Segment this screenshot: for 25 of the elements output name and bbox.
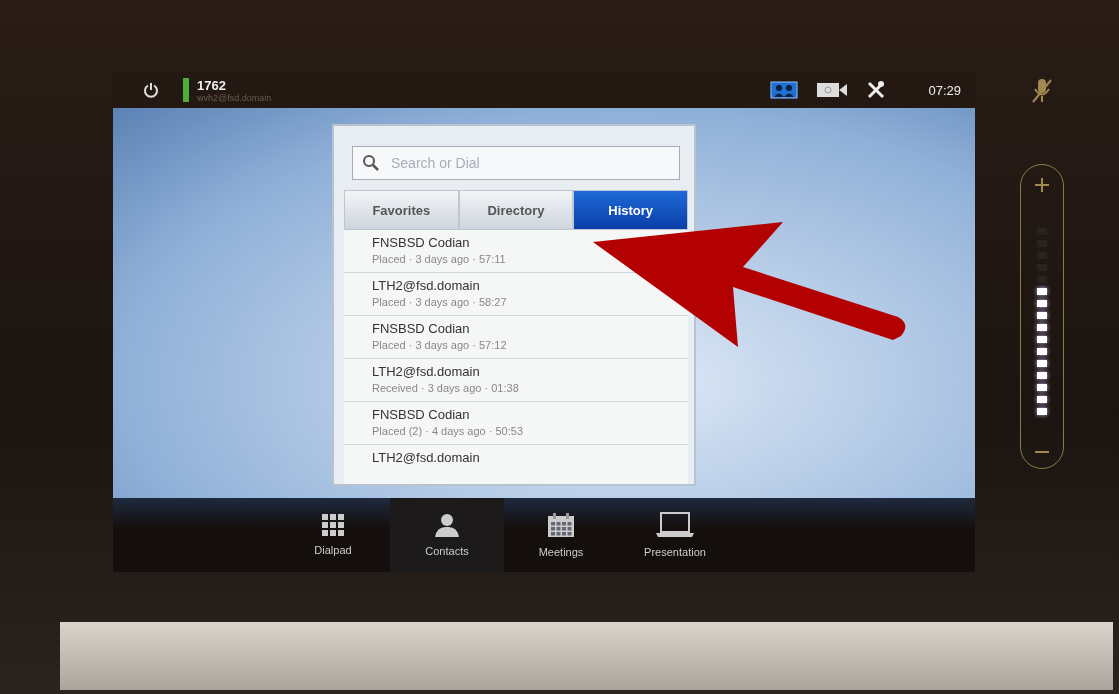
person-icon (434, 513, 460, 537)
search-field[interactable]: Search or Dial (352, 146, 680, 180)
laptop-icon (655, 512, 695, 538)
system-address: wvh2@fsd.domain (197, 92, 272, 103)
system-number: 1762 (197, 77, 227, 93)
tab[interactable]: Directory (458, 190, 574, 230)
microphone-muted-icon[interactable] (1031, 78, 1053, 104)
tools-icon[interactable] (866, 80, 887, 100)
history-item[interactable]: LTH2@fsd.domain (372, 450, 480, 465)
dock-button[interactable]: Meetings (504, 498, 618, 572)
clock: 07:29 (928, 82, 961, 98)
camera-icon[interactable] (816, 81, 849, 99)
signal-bar-icon (183, 78, 189, 102)
minus-icon[interactable] (1034, 450, 1050, 454)
dock-button[interactable]: Dialpad (276, 498, 390, 572)
dock-button[interactable]: Contacts (390, 498, 504, 572)
dock-button[interactable]: Presentation (618, 498, 732, 572)
power-icon[interactable] (143, 82, 159, 98)
calendar-icon (547, 512, 575, 538)
plus-icon[interactable] (1034, 177, 1050, 193)
tab[interactable]: Favorites (344, 190, 459, 230)
tab[interactable]: History (573, 190, 688, 230)
search-icon (362, 154, 380, 172)
selfview-icon[interactable] (770, 81, 799, 99)
dialpad-icon (322, 514, 344, 536)
